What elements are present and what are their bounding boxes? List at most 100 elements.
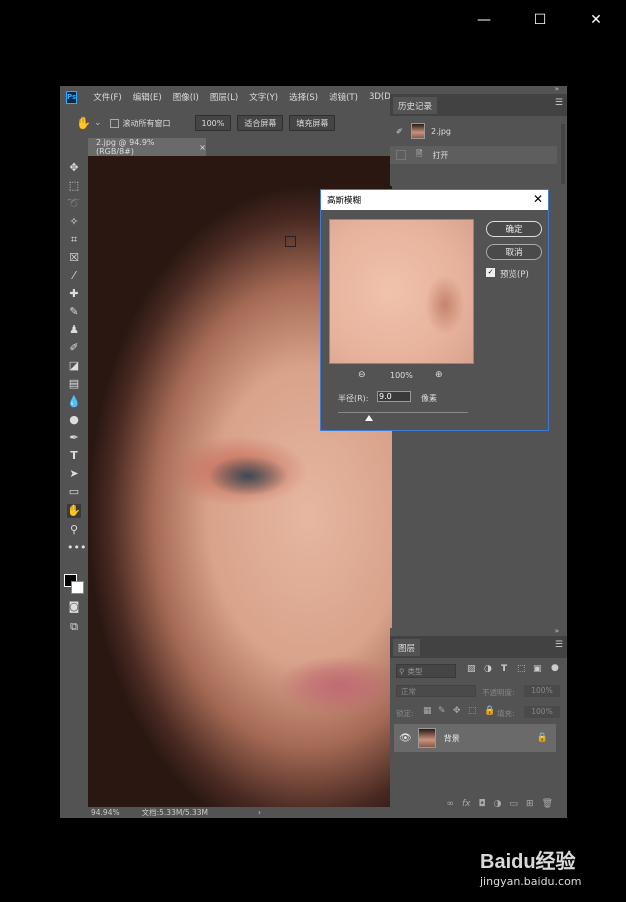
document-tab[interactable]: 2.jpg @ 94.9%(RGB/8#) × <box>88 138 206 156</box>
layer-filter-kind[interactable]: ⚲ 类型 <box>396 664 456 678</box>
background-color-swatch[interactable] <box>71 581 84 594</box>
eraser-tool-icon[interactable]: ◪ <box>67 359 81 373</box>
quick-mask-icon[interactable]: ◙ <box>67 600 81 614</box>
document-icon: 🗎 <box>416 149 423 158</box>
stamp-tool-icon[interactable]: ♟ <box>67 323 81 337</box>
menu-layer[interactable]: 图层(L) <box>210 91 238 103</box>
type-filter-icon[interactable]: T <box>501 664 507 674</box>
blur-preview[interactable] <box>329 219 474 364</box>
adjustment-layer-icon[interactable]: ◑ <box>494 799 502 809</box>
history-scrollbar[interactable] <box>561 124 565 184</box>
zoom-in-icon[interactable]: ⊕ <box>435 370 443 380</box>
zoom-tool-icon[interactable]: ⚲ <box>67 523 81 537</box>
history-item[interactable]: 🗎 打开 <box>390 146 557 164</box>
shape-filter-icon[interactable]: ⬚ <box>517 664 526 674</box>
search-icon: ⚲ <box>399 666 405 676</box>
preview-zoom-level: 100% <box>390 371 413 380</box>
screen-mode-icon[interactable]: ⧉ <box>67 620 81 634</box>
rectangle-tool-icon[interactable]: ▭ <box>67 485 81 499</box>
close-tab-icon[interactable]: × <box>199 143 206 152</box>
menu-type[interactable]: 文字(Y) <box>249 91 278 103</box>
eye-icon[interactable]: 👁 <box>399 733 412 744</box>
collapse-panel-icon[interactable]: » <box>555 85 559 93</box>
new-group-icon[interactable]: ▭ <box>510 799 519 809</box>
history-snapshot[interactable]: ✐ 2.jpg <box>390 122 557 140</box>
preview-checkbox[interactable]: ✓ <box>486 268 495 277</box>
minimize-button[interactable]: — <box>472 8 496 32</box>
more-tools-icon[interactable]: ••• <box>67 541 86 555</box>
layer-thumbnail <box>417 728 436 748</box>
history-tab[interactable]: 历史记录 <box>393 97 438 114</box>
delete-layer-icon[interactable]: 🗑 <box>542 799 553 809</box>
menu-filter[interactable]: 滤镜(T) <box>329 91 358 103</box>
filter-toggle-icon[interactable]: ● <box>551 663 559 673</box>
gradient-tool-icon[interactable]: ▤ <box>67 377 81 391</box>
fit-screen-button[interactable]: 适合屏幕 <box>237 115 284 131</box>
blur-cursor-square <box>285 236 296 247</box>
path-select-tool-icon[interactable]: ➤ <box>67 467 81 481</box>
fill-field[interactable]: 100% <box>524 706 560 718</box>
menu-image[interactable]: 图像(I) <box>173 91 199 103</box>
lock-artboard-icon[interactable]: ⬚ <box>468 706 477 716</box>
preview-label: 预览(P) <box>500 270 529 280</box>
menu-edit[interactable]: 编辑(E) <box>133 91 162 103</box>
menu-file[interactable]: 文件(F) <box>93 91 122 103</box>
radius-slider-track[interactable] <box>338 412 468 413</box>
lasso-tool-icon[interactable]: ➰ <box>67 197 81 211</box>
link-layers-icon[interactable]: ∞ <box>447 799 455 809</box>
blur-tool-icon[interactable]: 💧 <box>67 395 81 409</box>
cancel-button[interactable]: 取消 <box>486 244 542 260</box>
status-arrow-icon[interactable]: › <box>258 808 261 817</box>
lock-all-icon[interactable]: 🔒 <box>484 706 495 716</box>
marquee-tool-icon[interactable]: ⬚ <box>67 179 81 193</box>
collapse-layers-icon[interactable]: » <box>555 627 559 635</box>
lock-transparency-icon[interactable]: ▦ <box>423 706 432 716</box>
blend-mode-value: 正常 <box>401 686 416 696</box>
hand-tool-icon[interactable]: ✋ <box>67 504 81 518</box>
type-tool-icon[interactable]: T <box>67 449 81 463</box>
layer-style-icon[interactable]: fx <box>462 799 471 809</box>
lock-image-icon[interactable]: ✎ <box>438 706 446 716</box>
lock-label: 锁定: <box>396 709 414 718</box>
dialog-close-icon[interactable]: ✕ <box>533 192 543 206</box>
healing-brush-tool-icon[interactable]: ✚ <box>67 287 81 301</box>
ok-button[interactable]: 确定 <box>486 221 542 237</box>
pen-tool-icon[interactable]: ✒ <box>67 431 81 445</box>
dialog-titlebar[interactable]: 高斯模糊 ✕ <box>321 190 548 210</box>
frame-tool-icon[interactable]: ☒ <box>67 251 81 265</box>
eyedropper-tool-icon[interactable]: ⁄ <box>67 269 81 283</box>
history-brush-source-icon[interactable]: ✐ <box>396 127 406 136</box>
history-item-label: 打开 <box>432 150 449 160</box>
zoom-100-button[interactable]: 100% <box>194 115 232 131</box>
close-window-button[interactable]: ✕ <box>584 8 608 32</box>
menu-select[interactable]: 选择(S) <box>289 91 318 103</box>
scroll-all-checkbox[interactable] <box>109 118 119 128</box>
fill-screen-button[interactable]: 填充屏幕 <box>289 115 336 131</box>
layers-tab[interactable]: 图层 <box>393 639 421 656</box>
dodge-tool-icon[interactable]: ● <box>67 413 81 427</box>
radius-slider-thumb[interactable] <box>365 415 374 421</box>
crop-tool-icon[interactable]: ⌗ <box>67 233 81 247</box>
new-layer-icon[interactable]: ⊞ <box>526 799 534 809</box>
lock-position-icon[interactable]: ✥ <box>453 706 461 716</box>
brush-tool-icon[interactable]: ✎ <box>67 305 81 319</box>
pixel-filter-icon[interactable]: ▧ <box>467 664 476 674</box>
radius-input[interactable] <box>377 391 411 402</box>
add-mask-icon[interactable]: ◘ <box>479 799 486 809</box>
move-tool-icon[interactable]: ✥ <box>67 161 81 175</box>
opacity-field[interactable]: 100% <box>524 685 560 697</box>
adjustment-filter-icon[interactable]: ◑ <box>484 664 492 674</box>
history-source-checkbox[interactable] <box>396 150 406 160</box>
layers-panel-menu-icon[interactable]: ☰ <box>555 640 563 650</box>
panel-menu-icon[interactable]: ☰ <box>555 98 563 108</box>
chevron-down-icon[interactable]: ⌄ <box>94 118 102 128</box>
baidu-watermark: Baidu经验 jingyan.baidu.com <box>480 845 622 895</box>
smart-object-filter-icon[interactable]: ▣ <box>533 664 542 674</box>
maximize-button[interactable]: ☐ <box>528 8 552 32</box>
blend-mode-select[interactable]: 正常 <box>396 685 476 697</box>
magic-wand-tool-icon[interactable]: ✧ <box>67 215 81 229</box>
layer-row[interactable]: 👁 背景 🔒 <box>394 724 556 752</box>
history-panel: 历史记录 ☰ » ✐ 2.jpg 🗎 打开 <box>390 85 567 186</box>
zoom-out-icon[interactable]: ⊖ <box>358 370 366 380</box>
history-brush-tool-icon[interactable]: ✐ <box>67 341 81 355</box>
